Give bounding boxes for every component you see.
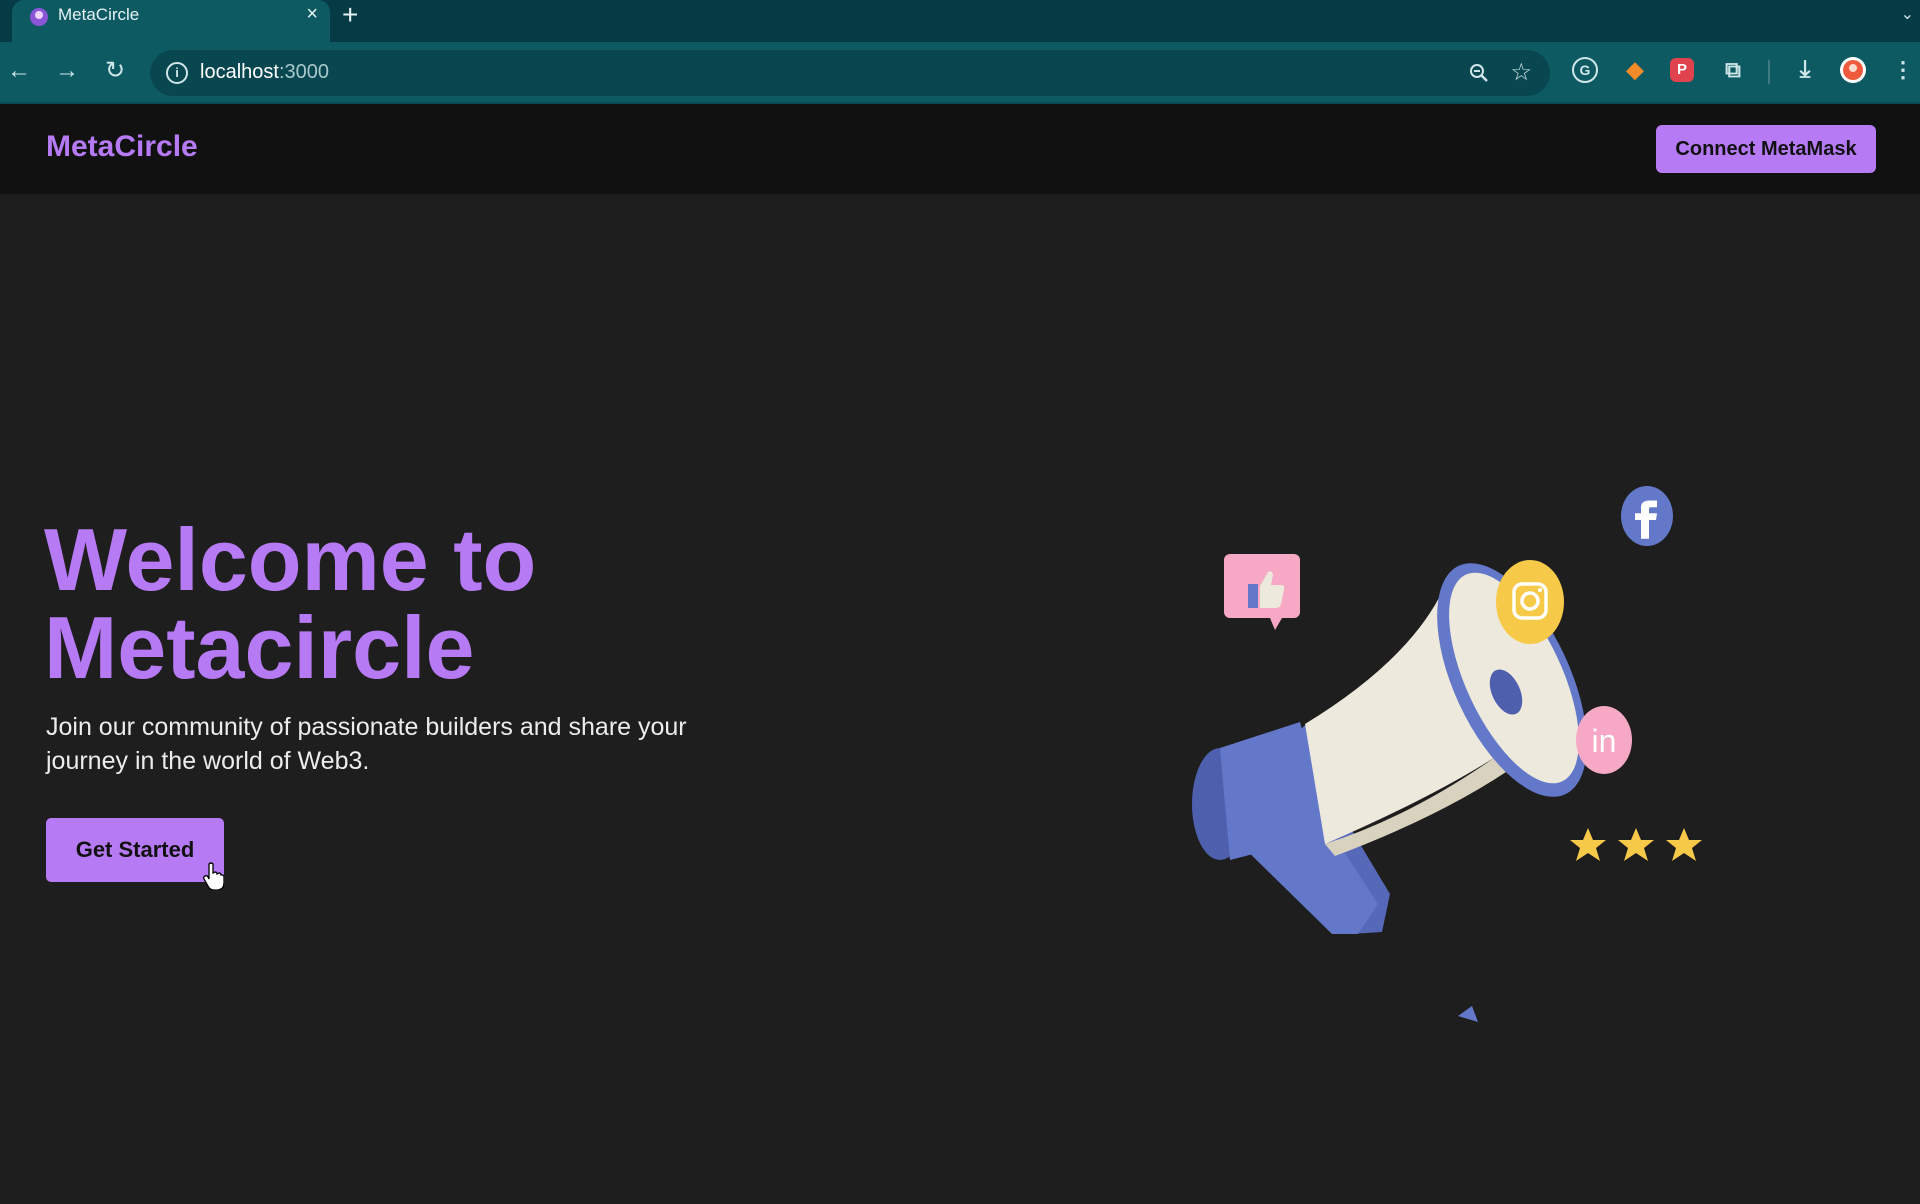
confetti-triangle — [1458, 1006, 1478, 1022]
instagram-icon — [1496, 560, 1564, 644]
new-tab-button[interactable]: + — [342, 1, 358, 29]
hero-subtitle: Join our community of passionate builder… — [46, 713, 687, 775]
page: MetaCircle Connect MetaMask Welcome to M… — [0, 104, 1920, 1204]
hero-title: Welcome to Metacircle — [44, 516, 804, 692]
browser-tab[interactable]: MetaCircle × — [12, 0, 330, 42]
site-favicon-icon — [30, 8, 48, 26]
url-port: :3000 — [278, 61, 329, 83]
thumbs-up-icon — [1224, 554, 1300, 630]
brand-logo[interactable]: MetaCircle — [46, 130, 198, 164]
star-icon — [1618, 828, 1654, 861]
star-icon — [1666, 828, 1702, 861]
hero-title-line2: Metacircle — [44, 598, 475, 697]
url-host: localhost — [200, 61, 279, 83]
reload-icon[interactable]: ↻ — [100, 56, 130, 86]
toolbar-separator — [1768, 60, 1770, 84]
profile-avatar[interactable] — [1840, 57, 1866, 83]
tab-search-chevron-icon[interactable]: ⌄ — [1901, 4, 1914, 24]
metamask-extension-icon[interactable]: ◆ — [1620, 55, 1650, 85]
download-icon[interactable]: ⤓ — [1790, 55, 1820, 85]
tab-close-icon[interactable]: × — [306, 3, 318, 26]
facebook-icon — [1621, 486, 1673, 546]
extensions-puzzle-icon[interactable]: ⧉ — [1718, 55, 1748, 85]
megaphone-illustration: in — [1192, 486, 1702, 1022]
linkedin-icon: in — [1576, 706, 1632, 774]
get-started-button[interactable]: Get Started — [46, 818, 224, 882]
rating-stars — [1570, 828, 1702, 861]
site-info-icon[interactable]: i — [166, 62, 188, 84]
url-text: localhost:3000 — [200, 61, 329, 84]
browser-tab-bar: MetaCircle × + ⌄ — [0, 0, 1920, 42]
tab-title: MetaCircle — [58, 5, 140, 24]
back-icon[interactable]: ← — [4, 56, 34, 86]
browser-menu-icon[interactable]: ⋮ — [1888, 55, 1918, 85]
address-bar[interactable]: i localhost:3000 ☆ — [150, 50, 1550, 96]
hero-title-line1: Welcome to — [44, 510, 537, 609]
zoom-icon[interactable] — [1468, 62, 1490, 84]
browser-toolbar: ← → ↻ i localhost:3000 ☆ G ◆ P ⧉ ⤓ ⋮ — [0, 42, 1920, 104]
star-icon — [1570, 828, 1606, 861]
bookmark-star-icon[interactable]: ☆ — [1510, 58, 1532, 87]
svg-text:in: in — [1592, 723, 1617, 759]
grammarly-extension-icon[interactable]: G — [1572, 57, 1598, 83]
hand-cursor-icon — [203, 862, 224, 890]
connect-metamask-button[interactable]: Connect MetaMask — [1656, 125, 1876, 173]
profile-avatar-icon — [1843, 60, 1863, 80]
site-navbar: MetaCircle Connect MetaMask — [0, 104, 1920, 194]
forward-icon[interactable]: → — [52, 56, 82, 86]
pocket-extension-icon[interactable]: P — [1670, 58, 1694, 82]
